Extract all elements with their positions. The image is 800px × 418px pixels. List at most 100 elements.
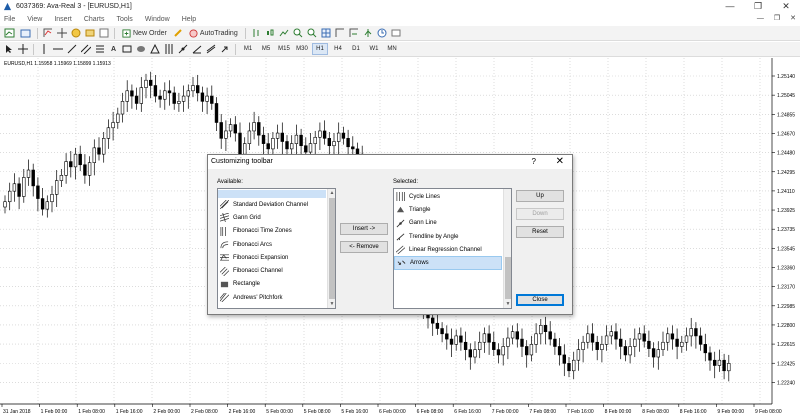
list-item[interactable]: Triangle	[394, 203, 511, 216]
reset-button[interactable]: Reset	[516, 226, 564, 238]
navigator-icon[interactable]	[70, 27, 82, 39]
menu-help[interactable]: Help	[176, 16, 202, 23]
list-item[interactable]: Fibonacci Time Zones	[218, 225, 335, 238]
text-label-icon[interactable]	[121, 43, 133, 55]
autotrading-button[interactable]: AutoTrading	[186, 27, 241, 39]
timeframe-mn[interactable]: MN	[384, 43, 400, 55]
candle-body	[529, 344, 534, 356]
list-item[interactable]: Fibonacci Expansion	[218, 251, 335, 264]
zoom-out-icon[interactable]	[306, 27, 318, 39]
list-item[interactable]: Gann Grid	[218, 211, 335, 224]
ellipse-icon[interactable]	[135, 43, 147, 55]
scroll-down-icon[interactable]: ▼	[328, 300, 335, 308]
dialog-close-icon[interactable]: ✕	[556, 156, 564, 167]
up-button[interactable]: Up	[516, 190, 564, 202]
scroll-up-icon[interactable]: ▲	[328, 189, 335, 197]
equidistant-channel-icon[interactable]	[80, 43, 92, 55]
vertical-line-icon[interactable]	[38, 43, 50, 55]
timeframe-m1[interactable]: M1	[240, 43, 256, 55]
new-order-button[interactable]: New Order	[119, 27, 170, 39]
list-item-selected[interactable]: Arrows	[394, 256, 502, 270]
dialog-help-button[interactable]: ?	[532, 157, 536, 166]
bar-chart-icon[interactable]	[250, 27, 262, 39]
list-item[interactable]: Linear Regression Channel	[394, 243, 511, 256]
terminal-icon[interactable]	[84, 27, 96, 39]
text-icon[interactable]: A	[108, 43, 119, 55]
zoom-in-icon[interactable]	[292, 27, 304, 39]
title-bar: 6037369: Ava-Real 3 - [EURUSD,H1] — ❐ ✕	[0, 0, 800, 13]
list-item-label: Arrows	[410, 260, 429, 267]
profiles-icon[interactable]	[19, 27, 33, 39]
list-item[interactable]: Cycle Lines	[394, 190, 511, 203]
scroll-down-icon[interactable]: ▼	[504, 300, 511, 308]
selected-list[interactable]: Cycle Lines Triangle Gann Line Trendline…	[393, 188, 512, 309]
list-item[interactable]: Fibonacci Channel	[218, 264, 335, 277]
candle-body	[299, 134, 303, 147]
insert-button[interactable]: Insert ->	[340, 223, 388, 235]
scroll-thumb[interactable]	[505, 257, 511, 299]
crosshair-icon[interactable]	[17, 43, 29, 55]
cycle-lines-tool-icon[interactable]	[163, 43, 175, 55]
crosshair-move-icon[interactable]	[56, 27, 68, 39]
horizontal-line-icon[interactable]	[52, 43, 64, 55]
down-button[interactable]: Down	[516, 208, 564, 220]
trendline-icon[interactable]	[66, 43, 78, 55]
periods-icon[interactable]	[376, 27, 388, 39]
list-item[interactable]: Fibonacci Arcs	[218, 238, 335, 251]
chart-shift-icon[interactable]	[334, 27, 346, 39]
list-item[interactable]: Gann Line	[394, 217, 511, 230]
chart-restore-button[interactable]: ❐	[774, 13, 780, 25]
timeframe-m30[interactable]: M30	[294, 43, 310, 55]
menu-file[interactable]: File	[0, 16, 21, 23]
timeframe-w1[interactable]: W1	[366, 43, 382, 55]
menu-charts[interactable]: Charts	[78, 16, 111, 23]
gann-line-tool-icon[interactable]	[177, 43, 189, 55]
templates-icon[interactable]	[390, 27, 402, 39]
price-label: 1.24480	[777, 151, 795, 157]
timeframe-m5[interactable]: M5	[258, 43, 274, 55]
arrows-tool-icon[interactable]	[219, 43, 231, 55]
new-chart-icon[interactable]	[3, 27, 17, 39]
trend-angle-tool-icon[interactable]	[191, 43, 203, 55]
list-item[interactable]	[218, 190, 326, 198]
triangle-tool-icon[interactable]	[149, 43, 161, 55]
available-scrollbar[interactable]: ▲ ▼	[327, 189, 335, 308]
regression-tool-icon[interactable]	[205, 43, 217, 55]
chart-close-button[interactable]: ✕	[790, 13, 796, 25]
line-chart-icon[interactable]	[278, 27, 290, 39]
list-item[interactable]: Trendline by Angle	[394, 230, 511, 243]
cursor-icon[interactable]	[3, 43, 15, 55]
price-label: 1.23545	[777, 246, 795, 252]
list-item[interactable]: Standard Deviation Channel	[218, 198, 335, 211]
indicators-icon[interactable]	[362, 27, 374, 39]
menu-tools[interactable]: Tools	[110, 16, 138, 23]
list-item[interactable]: Rectangle	[218, 278, 335, 291]
scroll-thumb[interactable]	[329, 198, 335, 299]
close-button[interactable]: Close	[516, 294, 564, 306]
menu-window[interactable]: Window	[139, 16, 176, 23]
candle-body	[210, 95, 214, 104]
selected-scrollbar[interactable]: ▼	[503, 189, 511, 308]
menu-insert[interactable]: Insert	[48, 16, 78, 23]
candlesticks-icon[interactable]	[264, 27, 276, 39]
remove-button[interactable]: <- Remove	[340, 241, 388, 253]
maximize-button[interactable]: ❐	[744, 0, 772, 13]
tester-icon[interactable]	[98, 27, 110, 39]
timeframe-h1[interactable]: H1	[312, 43, 328, 55]
timeframe-h4[interactable]: H4	[330, 43, 346, 55]
fibonacci-retracement-icon[interactable]	[94, 43, 106, 55]
tile-windows-icon[interactable]	[320, 27, 332, 39]
auto-scroll-icon[interactable]	[348, 27, 360, 39]
market-watch-icon[interactable]	[42, 27, 54, 39]
candle-body	[684, 335, 689, 343]
chart-minimize-button[interactable]: —	[757, 13, 764, 25]
timeframe-d1[interactable]: D1	[348, 43, 364, 55]
metaeditor-icon[interactable]	[172, 27, 184, 39]
timeframe-m15[interactable]: M15	[276, 43, 292, 55]
minimize-button[interactable]: —	[716, 0, 744, 13]
close-window-button[interactable]: ✕	[772, 0, 800, 13]
available-list[interactable]: Standard Deviation Channel Gann Grid Fib…	[217, 188, 336, 309]
candle-body	[440, 328, 444, 335]
list-item[interactable]: Andrews' Pitchfork	[218, 291, 335, 304]
menu-view[interactable]: View	[21, 16, 48, 23]
